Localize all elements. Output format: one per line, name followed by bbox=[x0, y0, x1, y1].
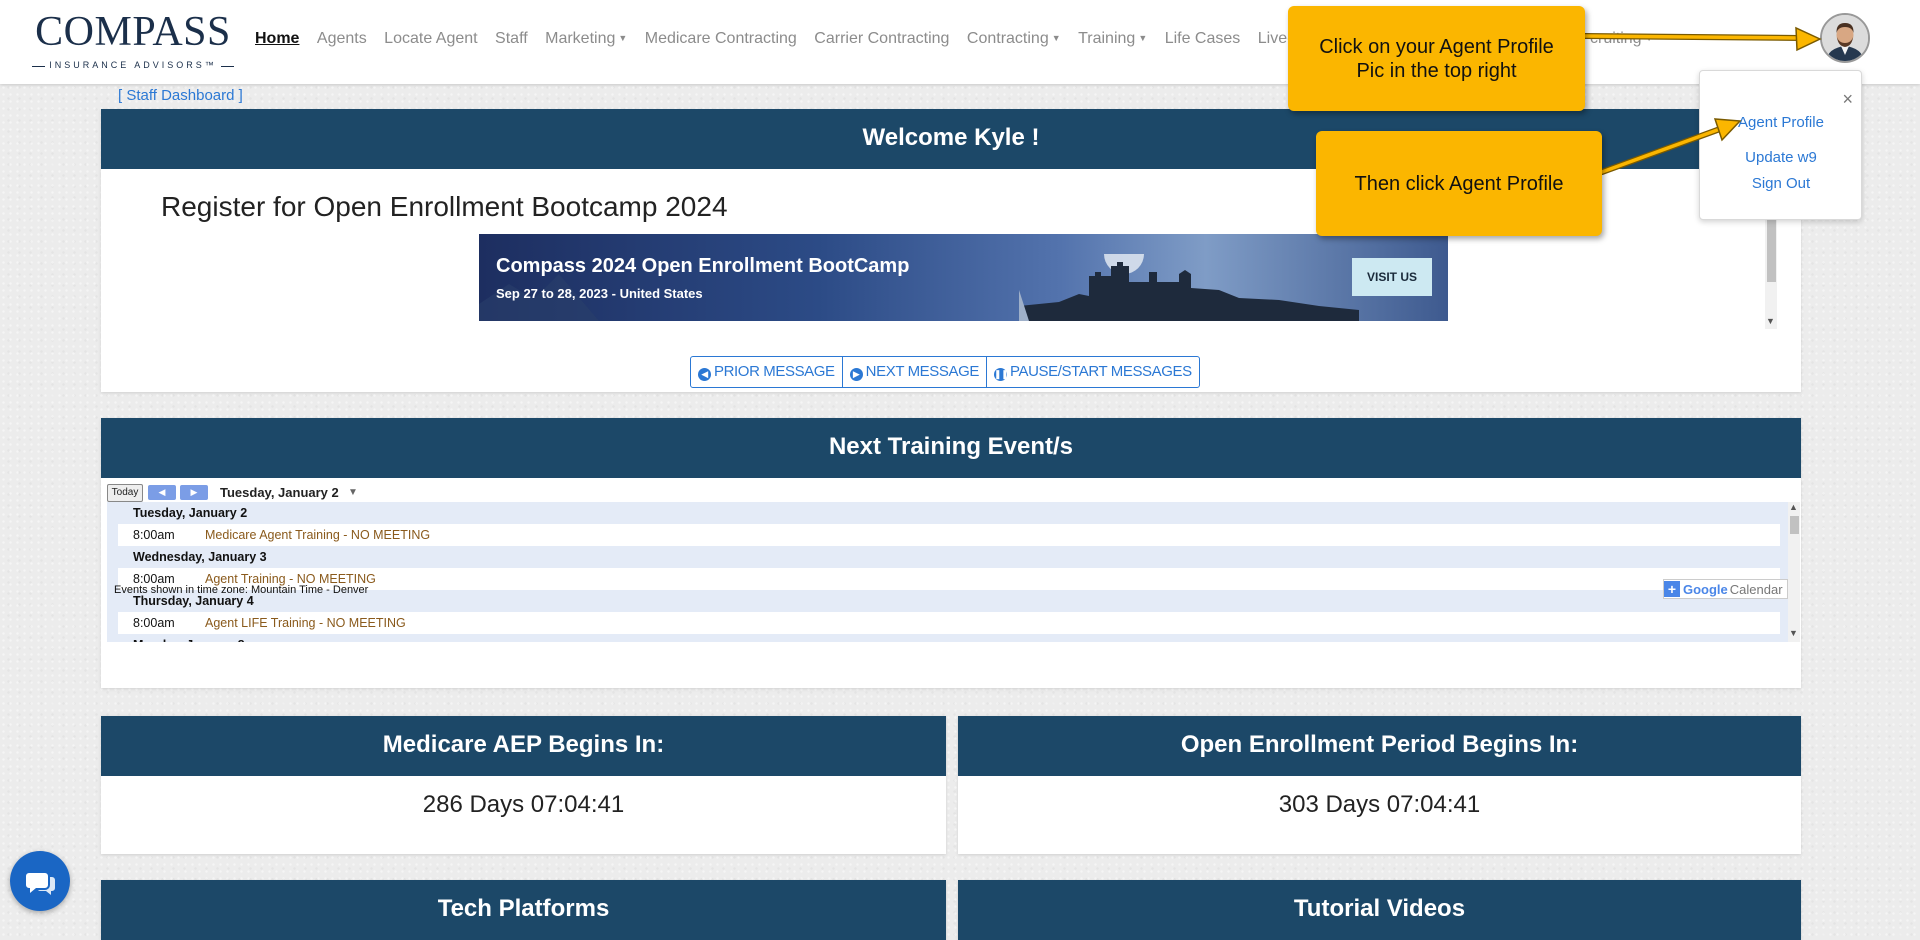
callout-step-one: Click on your Agent Profile Pic in the t… bbox=[1288, 6, 1585, 111]
pause-circle-icon: ❚❚ bbox=[993, 368, 1009, 381]
castle-silhouette-icon bbox=[1019, 254, 1359, 321]
tech-platforms-panel: Tech Platforms bbox=[101, 880, 946, 940]
message-controls: ◀ PRIOR MESSAGE ▶ NEXT MESSAGE ❚❚ PAUSE/STA… bbox=[690, 356, 1200, 388]
nav-home[interactable]: Home bbox=[255, 30, 299, 48]
plus-icon: + bbox=[1664, 581, 1680, 597]
agent-profile-avatar[interactable] bbox=[1820, 13, 1870, 63]
pause-start-label: PAUSE/START MESSAGES bbox=[1009, 363, 1192, 380]
banner-subtitle: Sep 27 to 28, 2023 - United States bbox=[496, 286, 703, 301]
nav-life-cases[interactable]: Life Cases bbox=[1165, 30, 1241, 48]
nav-locate-agent[interactable]: Locate Agent bbox=[384, 30, 477, 48]
chevron-down-icon: ▼ bbox=[1644, 33, 1654, 43]
chevron-down-icon: ▼ bbox=[1138, 33, 1148, 43]
arrow-right-circle-icon: ▶ bbox=[849, 368, 863, 381]
google-logo-text: Google bbox=[1683, 581, 1728, 597]
event-time: 8:00am bbox=[133, 528, 175, 542]
visit-us-button[interactable]: VISIT US bbox=[1352, 258, 1432, 296]
nav-recruiting-label: cruiting bbox=[1590, 30, 1642, 47]
google-calendar-add-button[interactable]: + Google Calendar bbox=[1663, 579, 1788, 599]
agenda-day-header: Tuesday, January 2 bbox=[133, 506, 248, 520]
nav-marketing[interactable]: Marketing ▼ bbox=[545, 30, 627, 48]
sign-out-link[interactable]: Sign Out bbox=[1700, 175, 1862, 192]
agenda-event[interactable]: 8:00am Medicare Agent Training - NO MEET… bbox=[118, 524, 1780, 546]
nav-training[interactable]: Training ▼ bbox=[1078, 30, 1147, 48]
calendar-next-icon[interactable]: ▶ bbox=[180, 485, 208, 500]
profile-dropdown-menu: × Agent Profile Update w9 Sign Out bbox=[1699, 70, 1862, 220]
next-message-button[interactable]: ▶ NEXT MESSAGE bbox=[843, 357, 987, 387]
next-message-label: NEXT MESSAGE bbox=[865, 363, 980, 380]
agent-profile-link[interactable]: Agent Profile bbox=[1700, 114, 1862, 131]
scroll-up-arrow-icon[interactable]: ▲ bbox=[1789, 502, 1798, 512]
scrollbar-thumb[interactable] bbox=[1790, 516, 1799, 534]
agenda-day-header: Monday, January 8 bbox=[118, 634, 1780, 642]
event-title[interactable]: Medicare Agent Training - NO MEETING bbox=[205, 524, 430, 546]
close-icon[interactable]: × bbox=[1842, 89, 1853, 110]
calendar-prev-icon[interactable]: ◀ bbox=[148, 485, 176, 500]
open-enrollment-panel: Open Enrollment Period Begins In: 303 Da… bbox=[958, 716, 1801, 854]
bootcamp-banner[interactable]: Compass 2024 Open Enrollment BootCamp Se… bbox=[479, 234, 1448, 321]
calendar-date-dropdown-icon[interactable]: ▼ bbox=[348, 487, 358, 498]
calendar-timezone-note: Events shown in time zone: Mountain Time… bbox=[114, 584, 369, 596]
chat-bubble-icon bbox=[26, 873, 55, 895]
event-time: 8:00am bbox=[133, 616, 175, 630]
agenda-list: Tuesday, January 2 8:00am Medicare Agent… bbox=[118, 502, 1780, 642]
callout-step-two: Then click Agent Profile bbox=[1316, 131, 1602, 236]
scroll-down-arrow-icon[interactable]: ▼ bbox=[1766, 316, 1775, 326]
message-scrollbar[interactable]: ▼ bbox=[1765, 214, 1777, 329]
nav-marketing-label: Marketing bbox=[545, 30, 616, 47]
nav-staff[interactable]: Staff bbox=[495, 30, 528, 48]
logo-tagline: INSURANCE ADVISORS™ bbox=[30, 60, 236, 70]
prior-message-label: PRIOR MESSAGE bbox=[714, 363, 835, 380]
compass-logo[interactable]: COMPASS INSURANCE ADVISORS™ bbox=[30, 10, 236, 72]
banner-title: Compass 2024 Open Enrollment BootCamp bbox=[496, 255, 910, 277]
nav-training-label: Training bbox=[1078, 30, 1136, 47]
calendar-text: Calendar bbox=[1729, 581, 1783, 597]
agenda-day-header: Wednesday, January 3 bbox=[133, 550, 267, 564]
scrollbar-thumb[interactable] bbox=[1767, 214, 1776, 282]
register-title: Register for Open Enrollment Bootcamp 20… bbox=[161, 191, 728, 222]
agenda-event[interactable]: 8:00am Agent LIFE Training - NO MEETING bbox=[118, 612, 1780, 634]
prior-message-button[interactable]: ◀ PRIOR MESSAGE bbox=[691, 357, 843, 387]
chevron-down-icon: ▼ bbox=[1051, 33, 1061, 43]
staff-dashboard-link[interactable]: [ Staff Dashboard ] bbox=[118, 87, 243, 104]
calendar-agenda: Tuesday, January 2 8:00am Medicare Agent… bbox=[107, 502, 1800, 642]
event-title[interactable]: Agent LIFE Training - NO MEETING bbox=[205, 612, 406, 634]
training-heading: Next Training Event/s bbox=[101, 418, 1801, 478]
live-chat-button[interactable] bbox=[10, 851, 70, 911]
tutorial-videos-heading: Tutorial Videos bbox=[958, 880, 1801, 940]
avatar-photo-icon bbox=[1822, 15, 1868, 61]
open-enrollment-heading: Open Enrollment Period Begins In: bbox=[958, 716, 1801, 776]
medicare-aep-heading: Medicare AEP Begins In: bbox=[101, 716, 946, 776]
nav-carrier-contracting[interactable]: Carrier Contracting bbox=[814, 30, 949, 48]
agenda-scrollbar[interactable]: ▲ ▼ bbox=[1788, 502, 1800, 642]
logo-wordmark: COMPASS bbox=[35, 9, 231, 55]
nav-contracting[interactable]: Contracting ▼ bbox=[967, 30, 1061, 48]
medicare-aep-panel: Medicare AEP Begins In: 286 Days 07:04:4… bbox=[101, 716, 946, 854]
training-panel: Next Training Event/s Today ◀ ▶ Tuesday,… bbox=[101, 418, 1801, 688]
pause-start-messages-button[interactable]: ❚❚ PAUSE/START MESSAGES bbox=[987, 357, 1199, 387]
calendar-today-button[interactable]: Today bbox=[107, 484, 143, 502]
top-navbar: COMPASS INSURANCE ADVISORS™ Home Agents … bbox=[0, 0, 1920, 84]
update-w9-link[interactable]: Update w9 bbox=[1700, 149, 1862, 166]
chevron-down-icon: ▼ bbox=[618, 33, 628, 43]
tutorial-videos-panel: Tutorial Videos bbox=[958, 880, 1801, 940]
nav-recruiting[interactable]: cruiting ▼ bbox=[1590, 30, 1654, 48]
nav-medicare-contracting[interactable]: Medicare Contracting bbox=[645, 30, 797, 48]
open-enrollment-countdown: 303 Days 07:04:41 bbox=[1278, 791, 1481, 818]
medicare-aep-countdown: 286 Days 07:04:41 bbox=[422, 791, 625, 818]
main-nav: Home Agents Locate Agent Staff Marketing… bbox=[255, 30, 1324, 48]
tech-platforms-heading: Tech Platforms bbox=[101, 880, 946, 940]
nav-contracting-label: Contracting bbox=[966, 30, 1049, 47]
arrow-left-circle-icon: ◀ bbox=[698, 368, 711, 381]
calendar-current-date: Tuesday, January 2 bbox=[220, 485, 339, 500]
scroll-down-arrow-icon[interactable]: ▼ bbox=[1789, 628, 1798, 638]
nav-agents[interactable]: Agents bbox=[317, 30, 367, 48]
